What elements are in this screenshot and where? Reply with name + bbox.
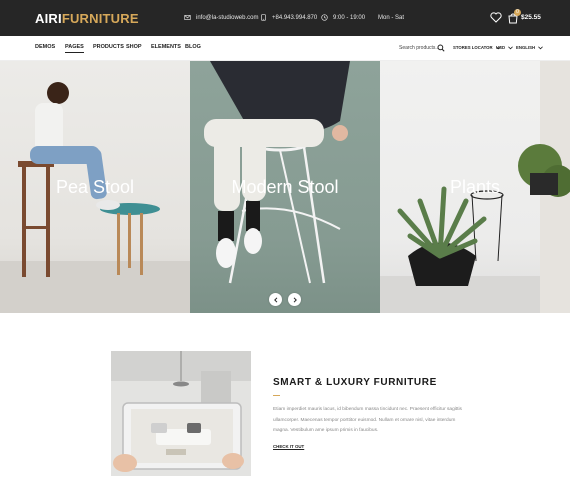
hero-panel-pea-stool[interactable]: Pea Stool	[0, 61, 190, 313]
accent-divider	[273, 395, 280, 396]
days-text: Mon - Sat	[378, 14, 405, 21]
phone-icon	[261, 14, 266, 21]
email-icon	[184, 15, 191, 20]
hero-panel-plants[interactable]: Plants	[380, 61, 570, 313]
check-it-out-link[interactable]: CHECK IT OUT	[273, 444, 304, 449]
clock-icon	[321, 14, 328, 21]
chevron-left-icon	[273, 296, 277, 303]
hero-panel-modern-stool[interactable]: Modern Stool	[190, 61, 380, 313]
language-dropdown[interactable]: ENGLISH	[516, 45, 543, 50]
slider-next-button[interactable]	[288, 293, 301, 306]
site-logo[interactable]: AIRIFURNITURE	[35, 11, 139, 26]
email-text: info@la-studioweb.com	[196, 14, 259, 21]
nav-item-demos[interactable]: DEMOS	[35, 44, 55, 50]
hero-slider: Pea Stool Modern Stool Plants	[0, 61, 570, 313]
cart-total[interactable]: $25.55	[521, 14, 541, 21]
panel-title: Plants	[449, 177, 501, 197]
panel-title: Pea Stool	[55, 177, 135, 197]
currency-dropdown[interactable]: USD	[496, 45, 513, 50]
logo-text-accent: FURNITURE	[61, 11, 139, 26]
logo-text-primary: AIRI	[35, 11, 62, 26]
feature-image	[111, 351, 251, 476]
panel-title: Modern Stool	[231, 177, 339, 197]
feature-title: SMART & LUXURY FURNITURE	[273, 377, 437, 388]
nav-item-shop[interactable]: SHOP	[126, 44, 142, 50]
top-bar: AIRIFURNITURE info@la-studioweb.com +84.…	[0, 0, 570, 36]
heart-icon[interactable]	[490, 12, 502, 23]
hours-text: 9:00 - 19:00	[333, 14, 366, 21]
main-navigation: DEMOS PAGES PRODUCTS SHOP ELEMENTS BLOG …	[0, 36, 570, 61]
search-input[interactable]: Search products...	[399, 45, 440, 51]
currency-label: USD	[496, 45, 506, 50]
contact-phone[interactable]: +84.943.994.870	[260, 14, 317, 21]
nav-item-products[interactable]: PRODUCTS	[93, 44, 124, 50]
nav-item-pages[interactable]: PAGES	[65, 44, 84, 53]
chevron-right-icon	[293, 296, 297, 303]
nav-item-elements[interactable]: ELEMENTS	[151, 44, 181, 50]
contact-email[interactable]: info@la-studioweb.com	[184, 14, 258, 21]
stores-locator-dropdown[interactable]: STORES LOCATOR	[453, 45, 501, 50]
language-label: ENGLISH	[516, 45, 536, 50]
opening-hours: 9:00 - 19:00 Mon - Sat	[321, 14, 404, 21]
living-room-tablet-photo	[111, 351, 251, 476]
search-icon[interactable]	[437, 44, 445, 52]
slider-prev-button[interactable]	[269, 293, 282, 306]
feature-description: Etiam imperdiet mauris lacus, id bibendu…	[273, 407, 462, 433]
cart-count-badge: 0	[514, 9, 521, 16]
chevron-down-icon	[508, 45, 513, 49]
nav-item-blog[interactable]: BLOG	[185, 44, 201, 50]
stores-locator-label: STORES LOCATOR	[453, 45, 493, 50]
chevron-down-icon	[538, 45, 543, 49]
phone-text: +84.943.994.870	[272, 14, 318, 21]
